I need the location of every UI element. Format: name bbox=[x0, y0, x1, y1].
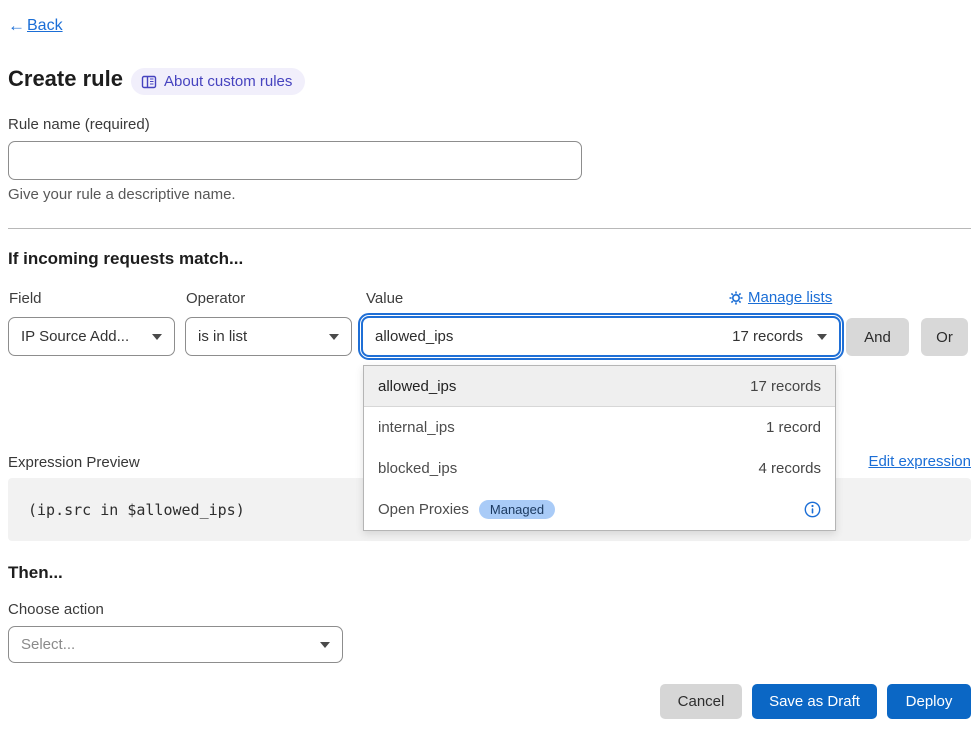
and-button[interactable]: And bbox=[846, 318, 909, 356]
rule-name-helper-text: Give your rule a descriptive name. bbox=[8, 186, 236, 203]
section-divider bbox=[8, 228, 971, 229]
about-custom-rules-link[interactable]: About custom rules bbox=[131, 68, 305, 95]
rule-name-input[interactable] bbox=[8, 141, 582, 180]
list-item-records: 4 records bbox=[758, 460, 821, 477]
about-custom-rules-label: About custom rules bbox=[164, 73, 292, 90]
operator-select-value: is in list bbox=[198, 328, 247, 345]
list-item-name: allowed_ips bbox=[378, 378, 456, 395]
value-select-value: allowed_ips bbox=[375, 328, 453, 345]
edit-expression-link[interactable]: Edit expression bbox=[868, 453, 971, 470]
list-item-allowed-ips[interactable]: allowed_ips 17 records bbox=[364, 366, 835, 407]
value-select-records: 17 records bbox=[732, 328, 803, 345]
operator-select[interactable]: is in list bbox=[185, 317, 352, 356]
action-select[interactable]: Select... bbox=[8, 626, 343, 663]
field-select[interactable]: IP Source Add... bbox=[8, 317, 175, 356]
list-item-internal-ips[interactable]: internal_ips 1 record bbox=[364, 407, 835, 448]
manage-lists-link[interactable]: Manage lists bbox=[729, 289, 832, 306]
or-button[interactable]: Or bbox=[921, 318, 968, 356]
choose-action-label: Choose action bbox=[8, 601, 104, 618]
value-dropdown-panel: allowed_ips 17 records internal_ips 1 re… bbox=[363, 365, 836, 531]
list-item-blocked-ips[interactable]: blocked_ips 4 records bbox=[364, 448, 835, 489]
value-label: Value bbox=[366, 290, 403, 307]
deploy-button[interactable]: Deploy bbox=[887, 684, 971, 719]
save-as-draft-button[interactable]: Save as Draft bbox=[752, 684, 877, 719]
chevron-down-icon bbox=[329, 334, 339, 340]
managed-badge: Managed bbox=[479, 500, 555, 519]
book-icon bbox=[141, 75, 157, 89]
page-title: Create rule bbox=[8, 66, 123, 92]
list-item-records: 1 record bbox=[766, 419, 821, 436]
gear-icon bbox=[729, 291, 743, 305]
rule-name-label: Rule name (required) bbox=[8, 116, 150, 133]
field-label: Field bbox=[9, 290, 42, 307]
chevron-down-icon bbox=[817, 334, 827, 340]
back-arrow-icon: ← bbox=[8, 16, 25, 36]
value-select[interactable]: allowed_ips 17 records bbox=[361, 316, 841, 357]
expression-code: (ip.src in $allowed_ips) bbox=[28, 501, 245, 519]
list-item-name: blocked_ips bbox=[378, 460, 457, 477]
back-link-label: Back bbox=[27, 17, 63, 35]
list-item-records: 17 records bbox=[750, 378, 821, 395]
list-item-name: Open Proxies bbox=[378, 501, 469, 518]
action-select-placeholder: Select... bbox=[21, 636, 75, 653]
chevron-down-icon bbox=[320, 642, 330, 648]
list-item-open-proxies[interactable]: Open Proxies Managed bbox=[364, 489, 835, 530]
expression-preview-label: Expression Preview bbox=[8, 454, 140, 471]
field-select-value: IP Source Add... bbox=[21, 328, 129, 345]
operator-label: Operator bbox=[186, 290, 245, 307]
info-icon[interactable] bbox=[804, 501, 821, 518]
list-item-name: internal_ips bbox=[378, 419, 455, 436]
manage-lists-label: Manage lists bbox=[748, 289, 832, 306]
match-section-heading: If incoming requests match... bbox=[8, 249, 243, 269]
cancel-button[interactable]: Cancel bbox=[660, 684, 742, 719]
chevron-down-icon bbox=[152, 334, 162, 340]
back-link[interactable]: ←Back bbox=[8, 16, 63, 36]
then-section-heading: Then... bbox=[8, 563, 63, 583]
